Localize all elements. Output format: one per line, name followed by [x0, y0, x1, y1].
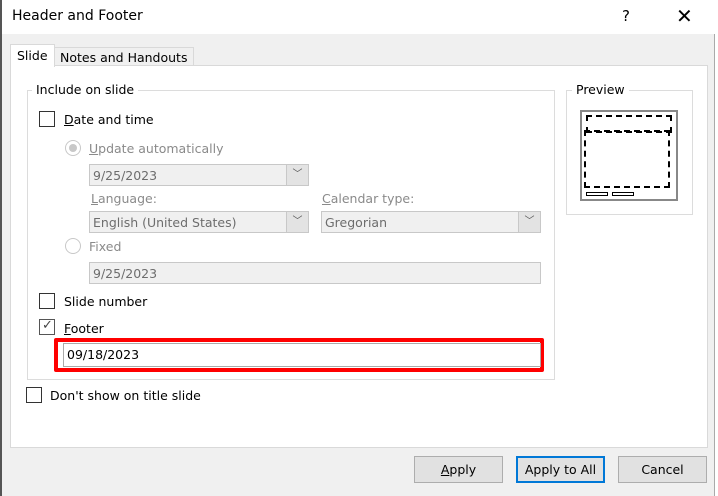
window-edge: [714, 34, 718, 496]
window-edge: [0, 0, 2, 496]
content-placeholder: [584, 130, 670, 188]
update-automatically-radio[interactable]: [65, 140, 81, 156]
chevron-down-icon: ﹀: [286, 165, 308, 185]
date-and-time-checkbox[interactable]: [39, 111, 55, 127]
footer-placeholder: [586, 192, 608, 196]
footer-label: Footer: [64, 321, 104, 336]
date-and-time-label: Date and time: [64, 112, 154, 127]
close-icon[interactable]: ✕: [676, 4, 693, 28]
footer-value: 09/18/2023: [67, 347, 140, 362]
fixed-date-input[interactable]: 9/25/2023: [89, 262, 541, 284]
language-label: Language:: [91, 191, 157, 206]
fixed-radio[interactable]: [65, 238, 81, 254]
language-value: English (United States): [93, 215, 237, 230]
language-select[interactable]: English (United States) ﹀: [89, 211, 309, 233]
help-icon[interactable]: ?: [622, 7, 630, 25]
slide-number-checkbox[interactable]: [39, 293, 55, 309]
tab-slide[interactable]: Slide: [10, 44, 55, 67]
fixed-label: Fixed: [89, 239, 122, 254]
cancel-button[interactable]: Cancel: [618, 456, 707, 483]
chevron-down-icon: ﹀: [286, 212, 308, 232]
footer-checkbox[interactable]: [39, 318, 55, 335]
tab-notes-and-handouts[interactable]: Notes and Handouts: [53, 47, 195, 67]
dont-show-on-title-label: Don't show on title slide: [50, 388, 201, 403]
calendar-type-select[interactable]: Gregorian ﹀: [321, 211, 541, 233]
tab-panel: Include on slide Date and time Update au…: [10, 65, 708, 448]
auto-date-value: 9/25/2023: [93, 168, 158, 183]
preview-slide: [580, 110, 678, 201]
apply-button[interactable]: Apply: [414, 456, 503, 483]
include-on-slide-group: [27, 90, 555, 380]
slide-number-label: Slide number: [64, 294, 148, 309]
auto-date-select[interactable]: 9/25/2023 ﹀: [89, 164, 309, 186]
dialog-title: Header and Footer: [12, 8, 143, 24]
preview-legend: Preview: [572, 82, 629, 97]
footer-input[interactable]: 09/18/2023: [63, 343, 541, 367]
calendar-type-value: Gregorian: [325, 215, 388, 230]
apply-to-all-button[interactable]: Apply to All: [516, 456, 605, 483]
update-automatically-label: Update automatically: [89, 141, 224, 156]
footer-placeholder: [612, 192, 634, 196]
fixed-date-value: 9/25/2023: [93, 266, 158, 281]
apply-label: Apply: [440, 462, 477, 477]
dont-show-on-title-checkbox[interactable]: [26, 387, 42, 403]
calendar-type-label: Calendar type:: [322, 191, 415, 206]
chevron-down-icon: ﹀: [518, 212, 540, 232]
group-legend: Include on slide: [32, 82, 139, 97]
